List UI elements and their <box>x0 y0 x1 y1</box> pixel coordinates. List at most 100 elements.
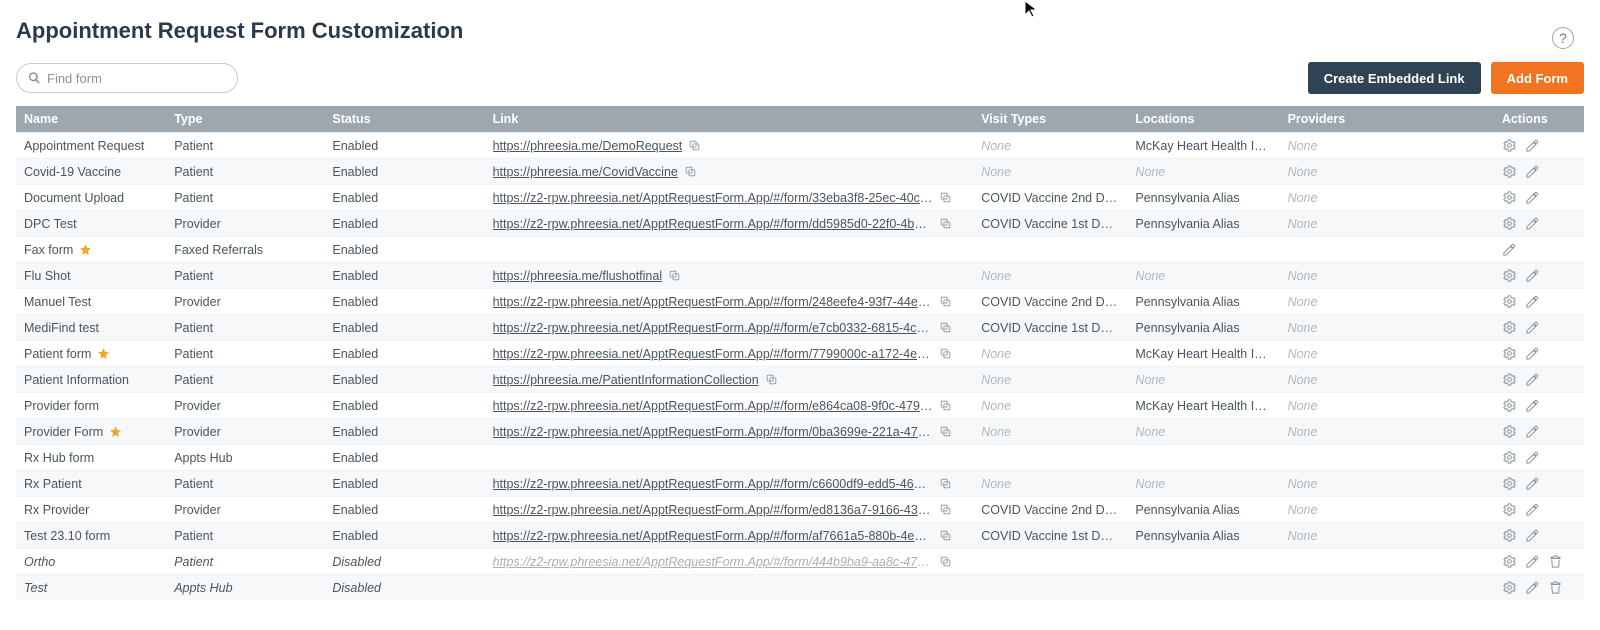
form-link[interactable]: https://z2-rpw.phreesia.net/ApptRequestF… <box>493 191 933 205</box>
settings-icon[interactable] <box>1502 398 1517 413</box>
settings-icon[interactable] <box>1502 502 1517 517</box>
settings-icon[interactable] <box>1502 476 1517 491</box>
copy-icon[interactable] <box>939 295 952 308</box>
col-header-type[interactable]: Type <box>166 106 324 133</box>
cell-type: Patient <box>166 315 324 341</box>
table-row: Patient form PatientEnabledhttps://z2-rp… <box>16 341 1584 367</box>
col-header-link[interactable]: Link <box>485 106 974 133</box>
copy-icon[interactable] <box>939 425 952 438</box>
copy-icon[interactable] <box>668 269 681 282</box>
settings-icon[interactable] <box>1502 216 1517 231</box>
edit-icon[interactable] <box>1525 424 1540 439</box>
edit-icon[interactable] <box>1525 528 1540 543</box>
cell-status: Enabled <box>324 237 484 263</box>
settings-icon[interactable] <box>1502 372 1517 387</box>
cell-link: https://z2-rpw.phreesia.net/ApptRequestF… <box>485 393 974 419</box>
edit-icon[interactable] <box>1525 164 1540 179</box>
settings-icon[interactable] <box>1502 268 1517 283</box>
cell-visit-types: None <box>973 419 1127 445</box>
cell-providers <box>1280 445 1494 471</box>
cell-locations: Pennsylvania Alias <box>1127 289 1279 315</box>
settings-icon[interactable] <box>1502 450 1517 465</box>
form-link[interactable]: https://z2-rpw.phreesia.net/ApptRequestF… <box>493 347 933 361</box>
copy-icon[interactable] <box>939 477 952 490</box>
cell-link: https://phreesia.me/CovidVaccine <box>485 159 974 185</box>
settings-icon[interactable] <box>1502 138 1517 153</box>
edit-icon[interactable] <box>1525 450 1540 465</box>
settings-icon[interactable] <box>1502 528 1517 543</box>
cell-name: Rx Provider <box>16 497 166 523</box>
cell-name: Flu Shot <box>16 263 166 289</box>
copy-icon[interactable] <box>939 529 952 542</box>
edit-icon[interactable] <box>1525 398 1540 413</box>
form-link[interactable]: https://phreesia.me/DemoRequest <box>493 139 683 153</box>
delete-icon[interactable] <box>1548 554 1563 569</box>
form-link[interactable]: https://phreesia.me/flushotfinal <box>493 269 663 283</box>
edit-icon[interactable] <box>1502 242 1517 257</box>
edit-icon[interactable] <box>1525 138 1540 153</box>
col-header-providers[interactable]: Providers <box>1280 106 1494 133</box>
form-link[interactable]: https://z2-rpw.phreesia.net/ApptRequestF… <box>493 217 933 231</box>
settings-icon[interactable] <box>1502 190 1517 205</box>
copy-icon[interactable] <box>688 139 701 152</box>
cell-locations <box>1127 575 1279 601</box>
cell-locations: None <box>1127 471 1279 497</box>
form-link[interactable]: https://z2-rpw.phreesia.net/ApptRequestF… <box>493 425 933 439</box>
form-link[interactable]: https://z2-rpw.phreesia.net/ApptRequestF… <box>493 503 933 517</box>
create-embedded-link-button[interactable]: Create Embedded Link <box>1308 62 1481 94</box>
edit-icon[interactable] <box>1525 216 1540 231</box>
edit-icon[interactable] <box>1525 320 1540 335</box>
form-link[interactable]: https://z2-rpw.phreesia.net/ApptRequestF… <box>493 399 933 413</box>
form-link[interactable]: https://z2-rpw.phreesia.net/ApptRequestF… <box>493 295 933 309</box>
settings-icon[interactable] <box>1502 320 1517 335</box>
form-link[interactable]: https://z2-rpw.phreesia.net/ApptRequestF… <box>493 529 933 543</box>
col-header-locations[interactable]: Locations <box>1127 106 1279 133</box>
help-icon[interactable]: ? <box>1552 27 1574 49</box>
cell-status: Enabled <box>324 497 484 523</box>
edit-icon[interactable] <box>1525 502 1540 517</box>
cell-visit-types <box>973 549 1127 575</box>
form-link[interactable]: https://phreesia.me/PatientInformationCo… <box>493 373 759 387</box>
add-form-button[interactable]: Add Form <box>1491 62 1584 94</box>
settings-icon[interactable] <box>1502 424 1517 439</box>
search-input[interactable] <box>16 63 238 93</box>
edit-icon[interactable] <box>1525 580 1540 595</box>
edit-icon[interactable] <box>1525 554 1540 569</box>
form-link[interactable]: https://z2-rpw.phreesia.net/ApptRequestF… <box>493 477 933 491</box>
copy-icon[interactable] <box>939 399 952 412</box>
settings-icon[interactable] <box>1502 294 1517 309</box>
cell-actions <box>1494 549 1584 575</box>
copy-icon[interactable] <box>939 347 952 360</box>
copy-icon[interactable] <box>939 555 952 568</box>
form-link[interactable]: https://z2-rpw.phreesia.net/ApptRequestF… <box>493 555 933 569</box>
copy-icon[interactable] <box>684 165 697 178</box>
form-link[interactable]: https://phreesia.me/CovidVaccine <box>493 165 678 179</box>
cell-actions <box>1494 575 1584 601</box>
delete-icon[interactable] <box>1548 580 1563 595</box>
copy-icon[interactable] <box>939 321 952 334</box>
cell-actions <box>1494 445 1584 471</box>
table-row: Rx ProviderProviderEnabledhttps://z2-rpw… <box>16 497 1584 523</box>
copy-icon[interactable] <box>939 191 952 204</box>
edit-icon[interactable] <box>1525 372 1540 387</box>
cell-visit-types: COVID Vaccine 2nd Dose <box>973 185 1127 211</box>
copy-icon[interactable] <box>939 217 952 230</box>
edit-icon[interactable] <box>1525 294 1540 309</box>
edit-icon[interactable] <box>1525 190 1540 205</box>
form-link[interactable]: https://z2-rpw.phreesia.net/ApptRequestF… <box>493 321 933 335</box>
settings-icon[interactable] <box>1502 346 1517 361</box>
col-header-status[interactable]: Status <box>324 106 484 133</box>
edit-icon[interactable] <box>1525 346 1540 361</box>
edit-icon[interactable] <box>1525 476 1540 491</box>
cell-name: Appointment Request <box>16 133 166 159</box>
copy-icon[interactable] <box>765 373 778 386</box>
edit-icon[interactable] <box>1525 268 1540 283</box>
cell-link: https://z2-rpw.phreesia.net/ApptRequestF… <box>485 341 974 367</box>
cell-name: Patient Information <box>16 367 166 393</box>
settings-icon[interactable] <box>1502 164 1517 179</box>
col-header-name[interactable]: Name <box>16 106 166 133</box>
settings-icon[interactable] <box>1502 554 1517 569</box>
col-header-visit-types[interactable]: Visit Types <box>973 106 1127 133</box>
copy-icon[interactable] <box>939 503 952 516</box>
settings-icon[interactable] <box>1502 580 1517 595</box>
